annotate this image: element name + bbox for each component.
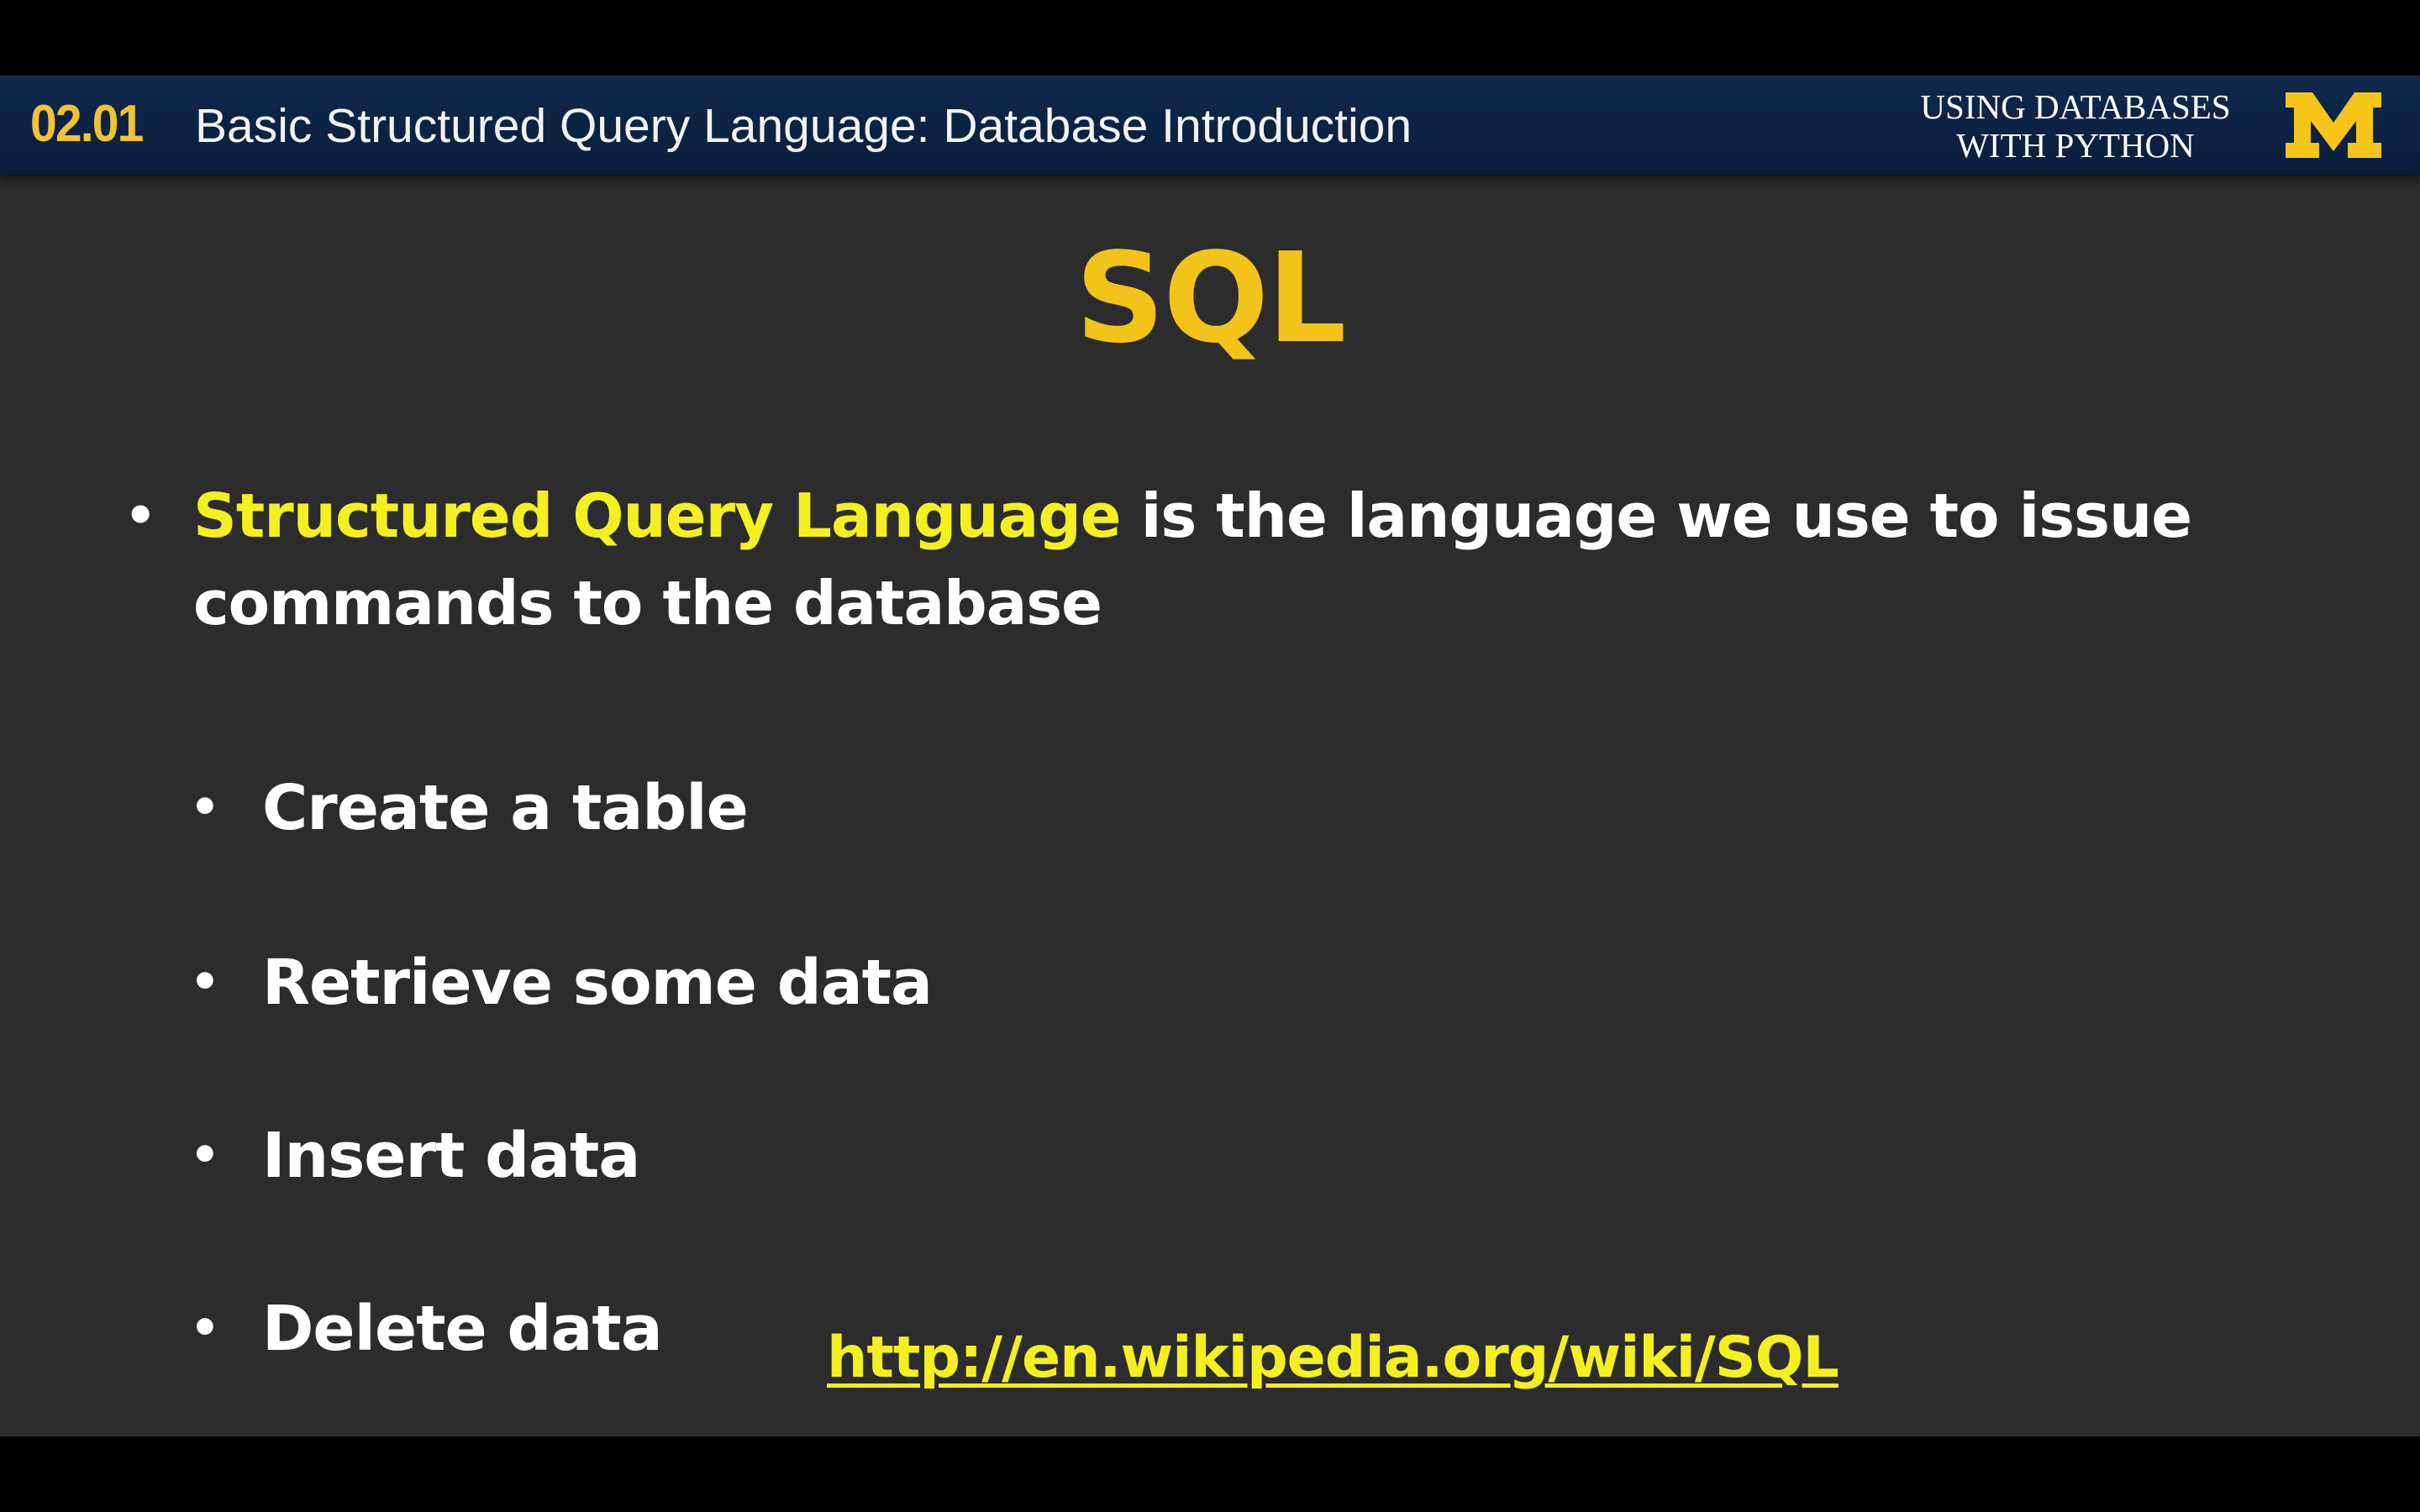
lecture-slide: 02.01 Basic Structured Query Language: D… xyxy=(0,76,2420,1436)
block-m-logo-icon xyxy=(2286,92,2381,158)
course-name: USING DATABASES WITH PYTHON xyxy=(1899,87,2252,165)
bullet-dot: • xyxy=(190,1301,220,1356)
course-name-line-1: USING DATABASES xyxy=(1920,87,2231,126)
lesson-number: 02.01 xyxy=(30,95,144,153)
bullet-dot: • xyxy=(124,486,156,545)
video-frame: 02.01 Basic Structured Query Language: D… xyxy=(0,0,2420,1512)
main-bullet-text-2: commands to the database xyxy=(193,568,1102,638)
slide-header: 02.01 Basic Structured Query Language: D… xyxy=(0,76,2420,175)
bullet-dot: • xyxy=(190,955,220,1010)
bullet-dot: • xyxy=(190,1128,220,1183)
bullet-dot: • xyxy=(190,780,220,835)
sub-bullet-text: Delete data xyxy=(262,1293,663,1365)
sub-bullet: • Insert data xyxy=(190,1114,640,1198)
sub-bullet-text: Retrieve some data xyxy=(262,947,933,1019)
sub-bullet-text: Insert data xyxy=(262,1120,640,1192)
course-name-line-2: WITH PYTHON xyxy=(1956,126,2195,165)
wikipedia-link[interactable]: http://en.wikipedia.org/wiki/SQL xyxy=(827,1320,1839,1396)
lesson-title: Basic Structured Query Language: Databas… xyxy=(195,99,1413,153)
sub-bullet: • Create a table xyxy=(190,766,749,850)
sub-bullet: • Retrieve some data xyxy=(190,941,933,1025)
sub-bullet: • Delete data xyxy=(190,1287,663,1371)
highlighted-term: Structured Query Language xyxy=(193,480,1122,551)
sub-bullet-text: Create a table xyxy=(262,772,749,844)
slide-title: SQL xyxy=(1075,226,1347,370)
main-bullet-text-1: is the language we use to issue xyxy=(1120,480,2192,551)
main-bullet: • Structured Query Language is the langu… xyxy=(124,472,2277,647)
